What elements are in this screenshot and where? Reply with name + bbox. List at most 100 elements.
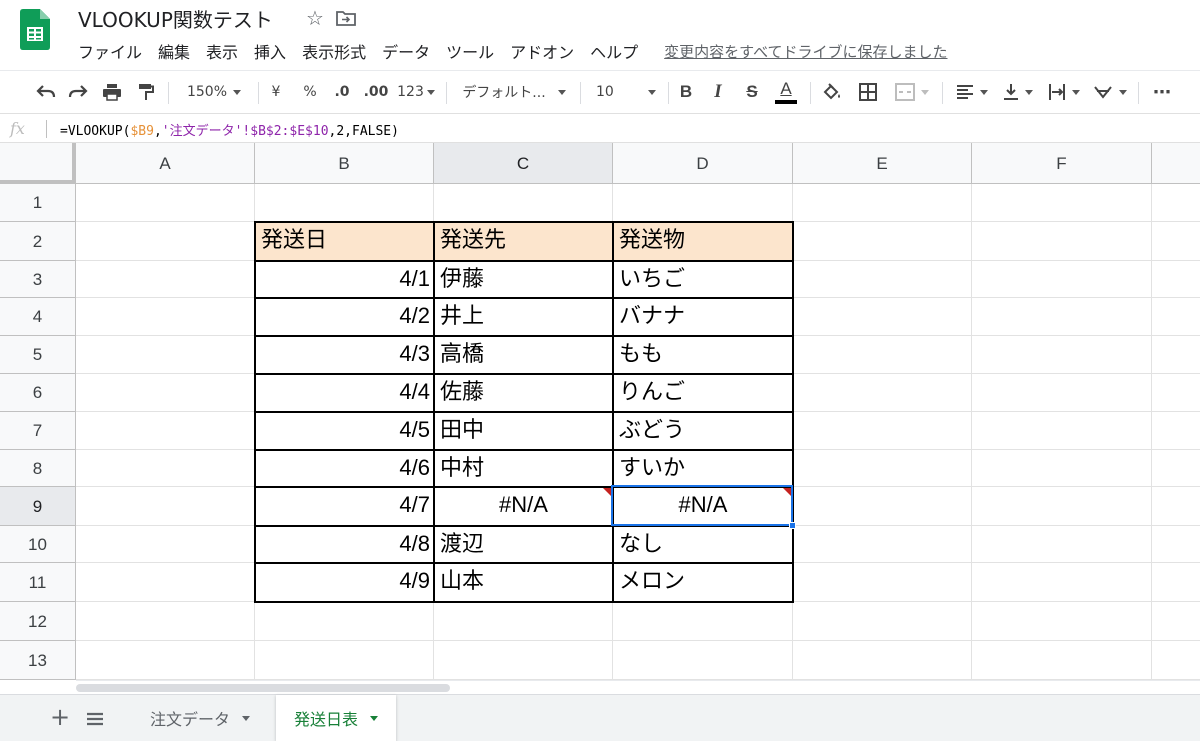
table-cell[interactable]: 佐藤 bbox=[434, 374, 613, 412]
menu-view[interactable]: 表示 bbox=[198, 37, 246, 65]
table-cell[interactable]: 4/2 bbox=[255, 298, 434, 336]
column-header-d[interactable]: D bbox=[613, 143, 793, 184]
table-cell[interactable]: 4/5 bbox=[255, 412, 434, 450]
undo-icon[interactable] bbox=[32, 71, 60, 113]
text-wrap-icon[interactable] bbox=[1042, 71, 1086, 113]
menu-format[interactable]: 表示形式 bbox=[294, 37, 374, 65]
column-header-g[interactable] bbox=[1152, 143, 1200, 184]
move-to-folder-icon[interactable] bbox=[336, 9, 356, 27]
table-cell[interactable]: ぶどう bbox=[613, 412, 793, 450]
table-cell[interactable]: 4/6 bbox=[255, 450, 434, 487]
currency-format-button[interactable]: ¥ bbox=[264, 71, 288, 113]
error-cell[interactable]: #N/A bbox=[434, 487, 613, 526]
redo-icon[interactable] bbox=[64, 71, 92, 113]
font-size-select[interactable]: 10 bbox=[590, 71, 662, 113]
table-cell[interactable]: 4/7 bbox=[255, 487, 434, 526]
sheet-tab-orders[interactable]: 注文データ bbox=[132, 695, 268, 741]
vertical-align-icon[interactable] bbox=[996, 71, 1040, 113]
table-cell[interactable]: 渡辺 bbox=[434, 526, 613, 563]
strikethrough-button[interactable]: S bbox=[740, 71, 764, 113]
paint-format-icon[interactable] bbox=[132, 71, 160, 113]
more-options-button[interactable]: ⋯ bbox=[1148, 71, 1176, 113]
menu-tools[interactable]: ツール bbox=[438, 37, 502, 65]
row-header-2[interactable]: 2 bbox=[0, 222, 76, 261]
row-header-9[interactable]: 9 bbox=[0, 487, 76, 526]
chevron-down-icon[interactable] bbox=[242, 715, 251, 721]
table-cell[interactable]: 伊藤 bbox=[434, 261, 613, 298]
chevron-down-icon[interactable] bbox=[370, 715, 379, 721]
column-header-f[interactable]: F bbox=[972, 143, 1152, 184]
decrease-decimal-button[interactable]: .0 bbox=[328, 71, 356, 113]
menu-data[interactable]: データ bbox=[374, 37, 438, 65]
table-header-cell[interactable]: 発送日 bbox=[255, 222, 434, 261]
table-cell[interactable]: 高橋 bbox=[434, 336, 613, 374]
text-color-button[interactable]: A bbox=[772, 71, 800, 113]
row-header-8[interactable]: 8 bbox=[0, 450, 76, 487]
select-all-corner[interactable] bbox=[0, 143, 76, 184]
scrollbar-thumb[interactable] bbox=[76, 684, 450, 692]
table-cell[interactable]: 4/4 bbox=[255, 374, 434, 412]
table-cell[interactable]: なし bbox=[613, 526, 793, 563]
table-header-cell[interactable]: 発送先 bbox=[434, 222, 613, 261]
row-header-11[interactable]: 11 bbox=[0, 563, 76, 602]
print-icon[interactable] bbox=[98, 71, 126, 113]
menu-help[interactable]: ヘルプ bbox=[582, 37, 646, 65]
error-cell[interactable]: #N/A bbox=[613, 487, 793, 526]
bold-button[interactable]: B bbox=[674, 71, 698, 113]
add-sheet-button[interactable]: + bbox=[50, 705, 70, 729]
row-header-5[interactable]: 5 bbox=[0, 336, 76, 374]
table-cell[interactable]: もも bbox=[613, 336, 793, 374]
column-header-c[interactable]: C bbox=[434, 143, 613, 184]
formula-input[interactable]: =VLOOKUP($B9,'注文データ'!$B$2:$E$10,2,FALSE) bbox=[60, 120, 399, 139]
fill-handle[interactable] bbox=[789, 522, 796, 529]
merge-cells-icon[interactable] bbox=[890, 71, 934, 113]
text-rotation-icon[interactable] bbox=[1088, 71, 1132, 113]
column-header-a[interactable]: A bbox=[76, 143, 255, 184]
table-cell[interactable]: すいか bbox=[613, 450, 793, 487]
all-sheets-menu-icon[interactable] bbox=[86, 711, 104, 726]
sheets-logo-icon[interactable] bbox=[20, 9, 50, 50]
menu-addons[interactable]: アドオン bbox=[502, 37, 582, 65]
save-status[interactable]: 変更内容をすべてドライブに保存しました bbox=[664, 41, 947, 62]
font-select[interactable]: デフォルト... bbox=[456, 71, 572, 113]
error-indicator-icon[interactable] bbox=[783, 488, 792, 497]
column-header-e[interactable]: E bbox=[793, 143, 972, 184]
percent-format-button[interactable]: % bbox=[298, 71, 322, 113]
table-cell[interactable]: メロン bbox=[613, 563, 793, 602]
table-cell[interactable]: 田中 bbox=[434, 412, 613, 450]
table-cell[interactable]: 4/1 bbox=[255, 261, 434, 298]
fill-color-icon[interactable] bbox=[820, 71, 844, 113]
row-header-1[interactable]: 1 bbox=[0, 184, 76, 222]
more-formats-button[interactable]: 123 bbox=[394, 71, 438, 113]
column-header-b[interactable]: B bbox=[255, 143, 434, 184]
table-cell[interactable]: 4/9 bbox=[255, 563, 434, 602]
table-cell[interactable]: りんご bbox=[613, 374, 793, 412]
error-indicator-icon[interactable] bbox=[603, 488, 612, 497]
horizontal-scrollbar[interactable] bbox=[76, 680, 1200, 694]
italic-button[interactable]: I bbox=[706, 71, 730, 113]
row-header-4[interactable]: 4 bbox=[0, 298, 76, 336]
row-header-12[interactable]: 12 bbox=[0, 602, 76, 641]
star-icon[interactable]: ☆ bbox=[306, 6, 324, 30]
increase-decimal-button[interactable]: .00 bbox=[360, 71, 392, 113]
sheet-tab-shipping[interactable]: 発送日表 bbox=[276, 695, 397, 741]
menu-insert[interactable]: 挿入 bbox=[246, 37, 294, 65]
row-header-3[interactable]: 3 bbox=[0, 261, 76, 298]
table-cell[interactable]: いちご bbox=[613, 261, 793, 298]
table-header-cell[interactable]: 発送物 bbox=[613, 222, 793, 261]
row-header-6[interactable]: 6 bbox=[0, 374, 76, 412]
row-header-10[interactable]: 10 bbox=[0, 526, 76, 563]
row-header-13[interactable]: 13 bbox=[0, 641, 76, 680]
menu-edit[interactable]: 編集 bbox=[150, 37, 198, 65]
row-header-7[interactable]: 7 bbox=[0, 412, 76, 450]
table-cell[interactable]: 山本 bbox=[434, 563, 613, 602]
table-cell[interactable]: 井上 bbox=[434, 298, 613, 336]
table-cell[interactable]: 4/8 bbox=[255, 526, 434, 563]
document-title[interactable]: VLOOKUP関数テスト bbox=[78, 4, 273, 33]
zoom-select[interactable]: 150% bbox=[178, 71, 250, 113]
table-cell[interactable]: バナナ bbox=[613, 298, 793, 336]
horizontal-align-icon[interactable] bbox=[950, 71, 994, 113]
table-cell[interactable]: 中村 bbox=[434, 450, 613, 487]
borders-icon[interactable] bbox=[856, 71, 880, 113]
menu-file[interactable]: ファイル bbox=[70, 37, 150, 65]
